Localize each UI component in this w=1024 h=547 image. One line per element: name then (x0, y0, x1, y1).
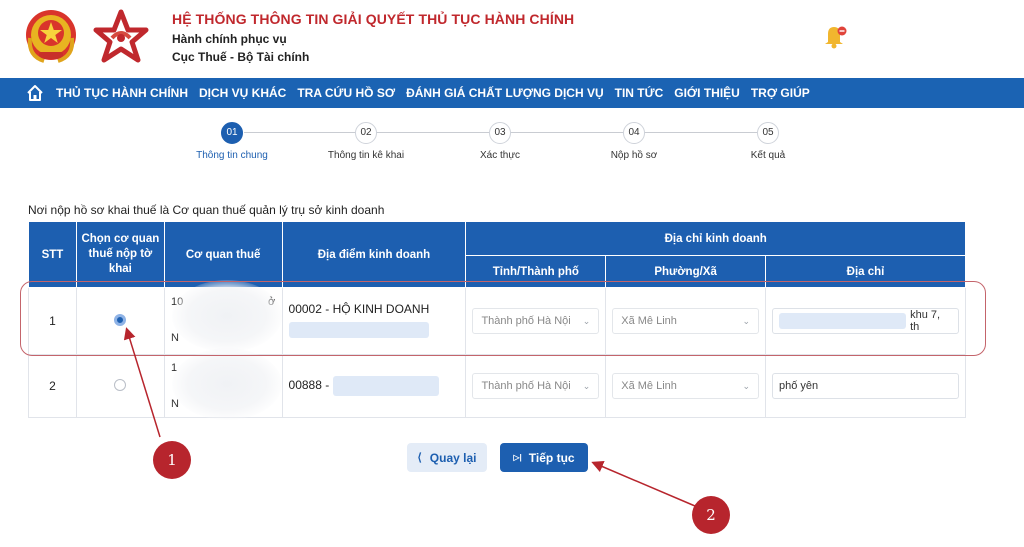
annotation-marker-2: 2 (692, 496, 730, 534)
nav-tra-cuu-ho-so[interactable]: TRA CỨU HỒ SƠ (297, 86, 395, 100)
redacted-text (332, 376, 439, 396)
next-step-icon: ▷| (513, 453, 522, 462)
nav-gioi-thieu[interactable]: GIỚI THIỆU (674, 86, 740, 100)
site-header: HỆ THỐNG THÔNG TIN GIẢI QUYẾT THỦ TỤC HÀ… (0, 0, 1024, 78)
header-stt: STT (28, 221, 77, 288)
row-select-cell (75, 354, 165, 418)
back-button-label: Quay lại (429, 450, 477, 465)
main-nav: THỦ TỤC HÀNH CHÍNH DỊCH VỤ KHÁC TRA CỨU … (0, 78, 1024, 108)
ward-value: Xã Mê Linh (621, 380, 677, 392)
step-number: 04 (623, 122, 645, 144)
row-dia-chi: phố yên (765, 354, 966, 418)
province-value: Thành phố Hà Nội (481, 380, 571, 392)
business-location-code: 00888 - (288, 378, 330, 393)
redaction-smudge (172, 348, 282, 420)
chevron-down-icon: ⌄ (742, 380, 750, 391)
nav-tro-giup[interactable]: TRỢ GIÚP (751, 86, 810, 100)
tax-office-notice: Nơi nộp hồ sơ khai thuế là Cơ quan thuế … (28, 203, 385, 217)
step-2: 02 Thông tin kê khai (306, 122, 426, 161)
annotation-marker-1: 1 (153, 441, 191, 479)
step-number: 03 (489, 122, 511, 144)
notification-bell-icon[interactable] (820, 22, 850, 50)
row-tinh: Thành phố Hà Nội ⌄ (465, 354, 607, 418)
progress-stepper: 01 Thông tin chung 02 Thông tin kê khai … (0, 118, 1024, 178)
agency-logo-icon (93, 9, 149, 63)
row-dia-diem: 00888 - (281, 354, 467, 418)
step-number: 01 (221, 122, 243, 144)
header-co-quan-thue: Cơ quan thuế (163, 221, 283, 288)
back-button[interactable]: ⟨ Quay lại (407, 443, 487, 472)
agency-name: Cục Thuế - Bộ Tài chính (172, 50, 310, 64)
site-title: HỆ THỐNG THÔNG TIN GIẢI QUYẾT THỦ TỤC HÀ… (172, 11, 575, 27)
nav-thu-tuc-hanh-chinh[interactable]: THỦ TỤC HÀNH CHÍNH (56, 86, 188, 100)
nav-dich-vu-khac[interactable]: DỊCH VỤ KHÁC (199, 86, 286, 100)
step-5: 05 Kết quả (708, 122, 828, 161)
header-chon: Chọn cơ quan thuế nộp tờ khai (75, 221, 165, 288)
header-dia-diem: Địa điểm kinh doanh (281, 221, 467, 288)
ward-select[interactable]: Xã Mê Linh ⌄ (612, 373, 759, 399)
step-number: 05 (757, 122, 779, 144)
highlight-row-box (20, 281, 986, 356)
row-stt: 2 (28, 354, 77, 418)
header-dia-chi-group: Địa chỉ kinh doanh (465, 221, 966, 256)
arrow-2 (591, 461, 696, 507)
chevron-left-icon: ⟨ (417, 452, 422, 464)
national-emblem-icon (26, 10, 76, 63)
table-row: 2 00888 - Thành phố Hà Nội ⌄ Xã Mê Linh ⌄ … (28, 354, 966, 418)
nav-tin-tuc[interactable]: TIN TỨC (615, 86, 664, 100)
next-button[interactable]: ▷| Tiếp tục (500, 443, 588, 472)
nav-danh-gia-chat-luong[interactable]: ĐÁNH GIÁ CHẤT LƯỢNG DỊCH VỤ (406, 86, 604, 100)
step-4: 04 Nộp hồ sơ (574, 122, 694, 161)
address-input[interactable]: phố yên (772, 373, 959, 399)
step-1: 01 Thông tin chung (172, 122, 292, 161)
row-phuong: Xã Mê Linh ⌄ (605, 354, 766, 418)
home-icon[interactable] (26, 84, 44, 102)
step-number: 02 (355, 122, 377, 144)
step-label: Xác thực (479, 150, 521, 161)
address-value: phố yên (779, 380, 819, 392)
tax-office-radio[interactable] (114, 378, 127, 391)
site-subtitle: Hành chính phục vụ (172, 32, 287, 46)
step-label: Thông tin chung (196, 150, 268, 161)
chevron-down-icon: ⌄ (582, 380, 591, 391)
step-label: Thông tin kê khai (327, 150, 405, 161)
next-button-label: Tiếp tục (528, 450, 575, 465)
step-label: Nộp hồ sơ (610, 150, 658, 161)
step-3: 03 Xác thực (440, 122, 560, 161)
step-label: Kết quả (750, 150, 786, 161)
province-select[interactable]: Thành phố Hà Nội ⌄ (472, 373, 600, 399)
